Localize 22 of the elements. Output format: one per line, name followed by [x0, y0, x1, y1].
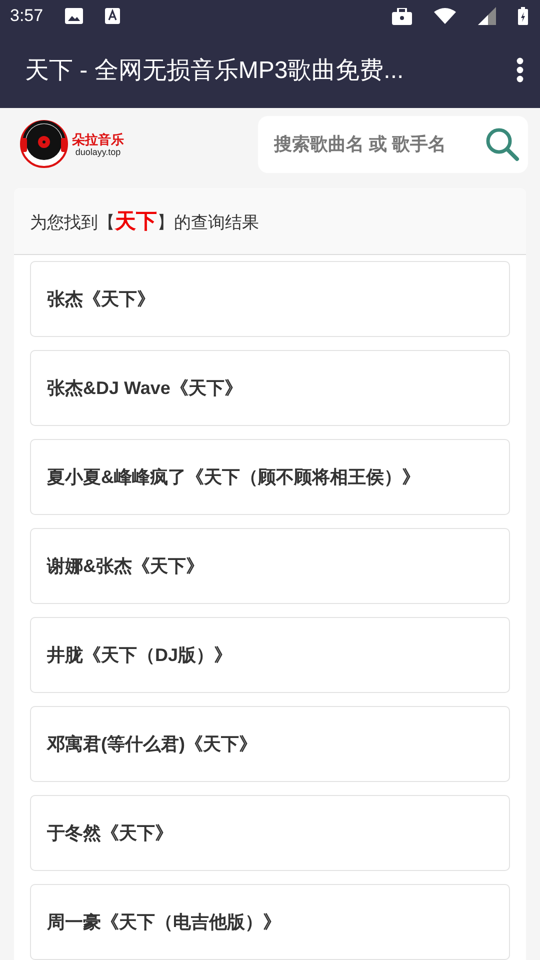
logo-name: 朵拉音乐: [72, 132, 124, 147]
song-result[interactable]: 张杰《天下》: [30, 261, 510, 337]
image-icon: [65, 8, 84, 24]
briefcase-icon: [392, 8, 412, 25]
search-icon[interactable]: [484, 126, 520, 162]
status-time: 3:57: [10, 6, 44, 26]
song-result[interactable]: 于冬然《天下》: [30, 795, 510, 871]
wifi-icon: [434, 8, 456, 24]
song-result[interactable]: 邓寓君(等什么君)《天下》: [30, 706, 510, 782]
more-menu-icon[interactable]: [516, 57, 524, 84]
logo-domain: duolayy.top: [75, 146, 121, 157]
song-result[interactable]: 张杰&DJ Wave《天下》: [30, 350, 510, 426]
app-title: 天下 - 全网无损音乐MP3歌曲免费...: [25, 56, 404, 86]
signal-icon: [478, 7, 496, 26]
song-result[interactable]: 夏小夏&峰峰疯了《天下（顾不顾将相王侯）》: [30, 439, 510, 515]
results-heading: 为您找到【天下】的查询结果: [30, 209, 259, 235]
song-result[interactable]: 周一豪《天下（电吉他版）》: [30, 884, 510, 960]
battery-icon: [518, 7, 528, 26]
song-result[interactable]: 井胧《天下（DJ版）》: [30, 617, 510, 693]
song-result[interactable]: 谢娜&张杰《天下》: [30, 528, 510, 604]
text-icon: [105, 8, 120, 24]
headphone-record-icon: [18, 120, 70, 168]
